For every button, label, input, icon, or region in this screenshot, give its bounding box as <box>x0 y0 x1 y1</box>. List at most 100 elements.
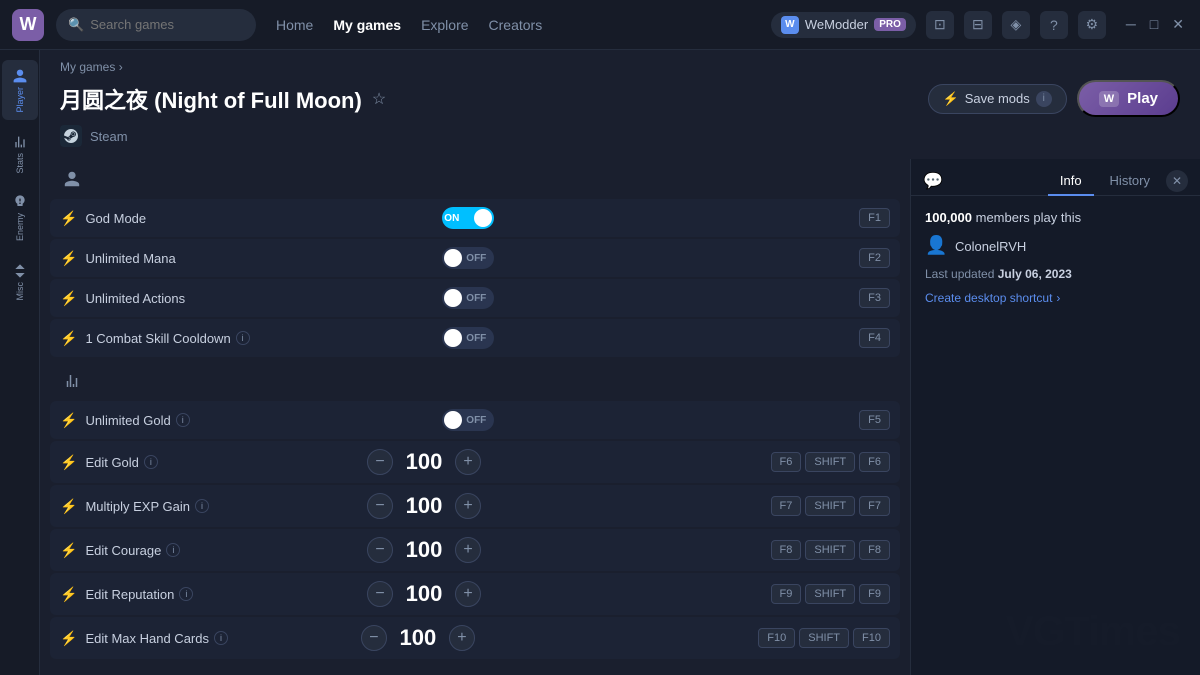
sidebar-tab-misc[interactable]: Misc <box>2 252 38 312</box>
info-icon-gold-unlimited[interactable]: i <box>176 413 190 427</box>
mod-bolt-icon: ⚡ <box>60 290 77 307</box>
exp-plus[interactable]: + <box>455 493 481 519</box>
mod-bolt-icon: ⚡ <box>60 454 77 471</box>
maximize-btn[interactable]: □ <box>1146 14 1162 35</box>
toggle-cooldown[interactable]: OFF <box>442 327 494 349</box>
section-enemy: ⚡ Instant Kill OFF F11 <box>50 663 900 675</box>
tab-history[interactable]: History <box>1098 167 1162 196</box>
right-panel-body: 100,000 members play this 👤 ColonelRVH L… <box>911 196 1200 675</box>
library-icon-btn[interactable]: ⊟ <box>964 11 992 39</box>
right-panel-tabs: 💬 Info History ✕ <box>911 159 1200 196</box>
reputation-minus[interactable]: − <box>367 581 393 607</box>
hotkey-shift-f6b: F6 <box>859 452 890 472</box>
handcards-plus[interactable]: + <box>449 625 475 651</box>
breadcrumb-mygames[interactable]: My games <box>60 60 115 74</box>
content-body: ⚡ God Mode ON F1 ⚡ Unlimited Mana <box>40 159 1200 675</box>
mod-row-godmode: ⚡ God Mode ON F1 <box>50 199 900 237</box>
hotkey-f10: F10 <box>758 628 795 648</box>
search-box[interactable]: 🔍 <box>56 9 256 41</box>
section-stats: ⚡ Unlimited Gold i OFF F5 <box>50 361 900 659</box>
username: ColonelRVH <box>955 239 1026 254</box>
sidebar-tab-enemy[interactable]: Enemy <box>2 188 38 248</box>
settings-icon-btn[interactable]: ⚙ <box>1078 11 1106 39</box>
player-section-icon <box>58 165 86 193</box>
app-logo[interactable]: W <box>12 9 44 41</box>
controller-icon-btn[interactable]: ⊡ <box>926 11 954 39</box>
discord-icon-btn[interactable]: ◈ <box>1002 11 1030 39</box>
handcards-minus[interactable]: − <box>361 625 387 651</box>
hotkey-group-f7: F7 SHIFT F7 <box>771 496 890 516</box>
play-button[interactable]: W Play <box>1077 80 1180 117</box>
bolt-icon: ⚡ <box>943 91 959 107</box>
hotkey-shift-f8: SHIFT <box>805 540 855 560</box>
play-btn-logo: W <box>1099 91 1119 107</box>
courage-value: 100 <box>399 537 449 563</box>
game-page: My games › 月圆之夜 (Night of Full Moon) ☆ ⚡… <box>40 50 1200 675</box>
toggle-godmode[interactable]: ON <box>442 207 494 229</box>
hotkey-shift-f9: SHIFT <box>805 584 855 604</box>
stats-section-icon <box>58 367 86 395</box>
nav-home[interactable]: Home <box>276 17 313 33</box>
reputation-editor: − 100 + <box>367 581 481 607</box>
favorite-star-icon[interactable]: ☆ <box>372 89 386 109</box>
toggle-mana[interactable]: OFF <box>442 247 494 269</box>
edit-gold-minus[interactable]: − <box>367 449 393 475</box>
user-name: WeModder <box>805 17 868 32</box>
help-icon-btn[interactable]: ? <box>1040 11 1068 39</box>
game-title: 月圆之夜 (Night of Full Moon) <box>60 83 362 115</box>
mod-row-actions: ⚡ Unlimited Actions OFF F3 <box>50 279 900 317</box>
info-icon-edit-gold[interactable]: i <box>144 455 158 469</box>
user-badge[interactable]: W WeModder PRO <box>771 12 916 38</box>
enemy-section-icon <box>58 669 86 675</box>
mod-row-gold-unlimited: ⚡ Unlimited Gold i OFF F5 <box>50 401 900 439</box>
mod-row-reputation: ⚡ Edit Reputation i − 100 + F9 <box>50 573 900 615</box>
mod-name-courage: Edit Courage i <box>85 543 359 558</box>
close-panel-button[interactable]: ✕ <box>1166 170 1188 192</box>
info-icon-courage[interactable]: i <box>166 543 180 557</box>
courage-minus[interactable]: − <box>367 537 393 563</box>
platform-label: Steam <box>90 129 128 144</box>
hotkey-group-f6: F6 SHIFT F6 <box>771 452 890 472</box>
courage-plus[interactable]: + <box>455 537 481 563</box>
nav-links: Home My games Explore Creators <box>276 17 542 33</box>
toggle-gold-unlimited[interactable]: OFF <box>442 409 494 431</box>
mod-bolt-icon: ⚡ <box>60 412 77 429</box>
mod-bolt-icon: ⚡ <box>60 498 77 515</box>
save-mods-info-icon[interactable]: i <box>1036 91 1052 107</box>
sidebar-tab-enemy-label: Enemy <box>15 213 25 241</box>
hotkey-f1: F1 <box>859 208 890 228</box>
save-mods-button[interactable]: ⚡ Save mods i <box>928 84 1067 114</box>
update-row: Last updated July 06, 2023 <box>925 267 1186 281</box>
tab-info[interactable]: Info <box>1048 167 1094 196</box>
sidebar-tab-player[interactable]: Player <box>2 60 38 120</box>
nav-explore[interactable]: Explore <box>421 17 468 33</box>
handcards-editor: − 100 + <box>361 625 475 651</box>
hotkey-shift-f7b: F7 <box>859 496 890 516</box>
search-input[interactable] <box>90 17 244 32</box>
close-btn[interactable]: ✕ <box>1168 14 1188 35</box>
exp-editor: − 100 + <box>367 493 481 519</box>
members-number: 100,000 <box>925 210 972 225</box>
sidebar-tab-stats[interactable]: Stats <box>2 124 38 184</box>
hotkey-group-f8: F8 SHIFT F8 <box>771 540 890 560</box>
nav-creators[interactable]: Creators <box>489 17 543 33</box>
hotkey-shift-f10: SHIFT <box>799 628 849 648</box>
hotkey-f8: F8 <box>771 540 802 560</box>
toggle-knob <box>444 411 462 429</box>
info-icon-exp[interactable]: i <box>195 499 209 513</box>
edit-gold-plus[interactable]: + <box>455 449 481 475</box>
info-icon-cooldown[interactable]: i <box>236 331 250 345</box>
mod-row-handcards: ⚡ Edit Max Hand Cards i − 100 + F10 <box>50 617 900 659</box>
exp-minus[interactable]: − <box>367 493 393 519</box>
mod-bolt-icon: ⚡ <box>60 586 77 603</box>
reputation-plus[interactable]: + <box>455 581 481 607</box>
info-icon-reputation[interactable]: i <box>179 587 193 601</box>
mod-name-actions: Unlimited Actions <box>85 291 434 306</box>
minimize-btn[interactable]: ─ <box>1122 14 1140 35</box>
info-icon-handcards[interactable]: i <box>214 631 228 645</box>
nav-mygames[interactable]: My games <box>333 17 401 33</box>
mod-row-edit-gold: ⚡ Edit Gold i − 100 + F6 <box>50 441 900 483</box>
desktop-link[interactable]: Create desktop shortcut › <box>925 291 1186 305</box>
hotkey-f7: F7 <box>771 496 802 516</box>
toggle-actions[interactable]: OFF <box>442 287 494 309</box>
